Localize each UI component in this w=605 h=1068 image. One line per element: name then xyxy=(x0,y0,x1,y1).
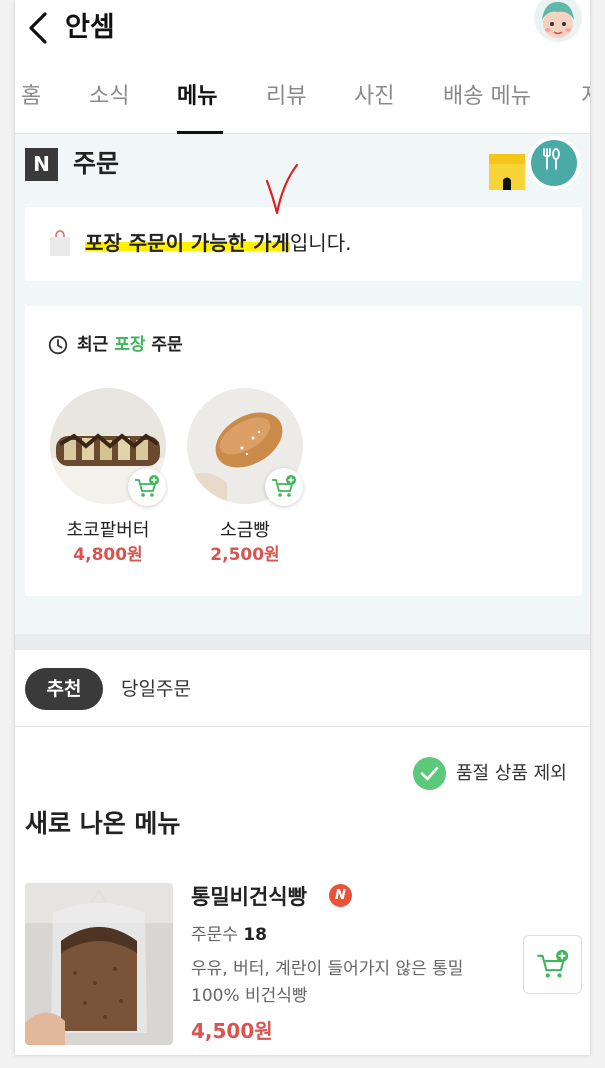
fork-knife-icon xyxy=(543,148,560,170)
app-screen: 안셈 홈 소식 메뉴 리뷰 사진 배송 메뉴 지 N 주문 xyxy=(15,0,590,1055)
menu-item-name: 통밀비건식빵 xyxy=(191,885,307,909)
tab-photos[interactable]: 사진 xyxy=(354,82,394,112)
clock-icon xyxy=(48,335,68,355)
menu-item-price: 4,500원 xyxy=(191,1019,273,1043)
recent-item-price: 2,500원 xyxy=(210,545,280,565)
whole-wheat-bread-image xyxy=(25,883,173,1045)
section-divider xyxy=(15,634,590,650)
tab-menu[interactable]: 메뉴 xyxy=(177,82,217,112)
chevron-left-icon xyxy=(29,12,47,44)
avatar-illustration xyxy=(534,0,582,42)
menu-item-order-count: 주문수 18 xyxy=(191,925,267,945)
cart-plus-icon xyxy=(272,475,296,497)
order-section: N 주문 포장 주문이 가능한 가게입니다. 최근 포장 주문 초코팥버터 4,… xyxy=(15,134,590,634)
recent-takeout-title: 최근 포장 주문 xyxy=(77,335,183,355)
store-icon xyxy=(489,154,525,190)
naver-n-badge: N xyxy=(25,148,58,181)
back-button[interactable] xyxy=(21,8,55,48)
check-circle-icon xyxy=(413,757,446,790)
filter-chip-row: 추천 당일주문 xyxy=(15,650,590,727)
recent-item[interactable]: 초코팥버터 4,800원 xyxy=(48,388,168,588)
recent-item-name: 소금빵 xyxy=(220,520,270,541)
shopping-bag-icon xyxy=(50,230,70,256)
recent-item[interactable]: 소금빵 2,500원 xyxy=(185,388,305,588)
store-title: 안셈 xyxy=(65,12,115,43)
tab-reviews[interactable]: 리뷰 xyxy=(266,82,306,112)
takeout-notice-card: 포장 주문이 가능한 가게입니다. xyxy=(25,163,582,281)
new-menu-title: 새로 나온 메뉴 xyxy=(25,809,181,838)
handwritten-check-mark xyxy=(265,163,299,215)
menu-item-description: 우유, 버터, 계란이 들어가지 않은 통밀 100% 비건식빵 xyxy=(191,959,464,1006)
tab-home[interactable]: 홈 xyxy=(21,82,41,112)
cart-plus-icon xyxy=(537,949,569,978)
takeout-rest: 입니다. xyxy=(289,231,352,255)
recent-item-price: 4,800원 xyxy=(73,545,143,565)
recent-item-name: 초코팥버터 xyxy=(66,520,150,541)
takeout-notice-text: 포장 주문이 가능한 가게입니다. xyxy=(85,227,351,259)
add-to-cart-button[interactable] xyxy=(523,935,582,994)
filter-chip-recommended[interactable]: 추천 xyxy=(25,668,103,710)
header: 안셈 xyxy=(15,0,590,56)
tab-map[interactable]: 지 xyxy=(581,82,590,112)
tab-bar: 홈 소식 메뉴 리뷰 사진 배송 메뉴 지 xyxy=(15,56,590,134)
user-avatar[interactable] xyxy=(534,0,582,50)
new-badge: N xyxy=(329,884,352,907)
cart-plus-icon xyxy=(135,475,159,497)
recent-takeout-card: 최근 포장 주문 초코팥버터 4,800원 소금빵 2,500원 xyxy=(25,306,582,596)
exclude-soldout-label: 품절 상품 제외 xyxy=(456,763,567,784)
add-to-cart-button[interactable] xyxy=(128,468,166,506)
dine-in-button[interactable] xyxy=(527,136,581,190)
filter-chip-same-day[interactable]: 당일주문 xyxy=(121,668,191,710)
order-title: 주문 xyxy=(73,149,120,178)
tab-news[interactable]: 소식 xyxy=(89,82,129,112)
tab-delivery-menu[interactable]: 배송 메뉴 xyxy=(443,82,531,112)
add-to-cart-button[interactable] xyxy=(265,468,303,506)
takeout-highlight: 포장 주문이 가능한 가게 xyxy=(85,231,290,255)
menu-item[interactable]: 통밀비건식빵 N 주문수 18 우유, 버터, 계란이 들어가지 않은 통밀 1… xyxy=(15,870,590,1055)
